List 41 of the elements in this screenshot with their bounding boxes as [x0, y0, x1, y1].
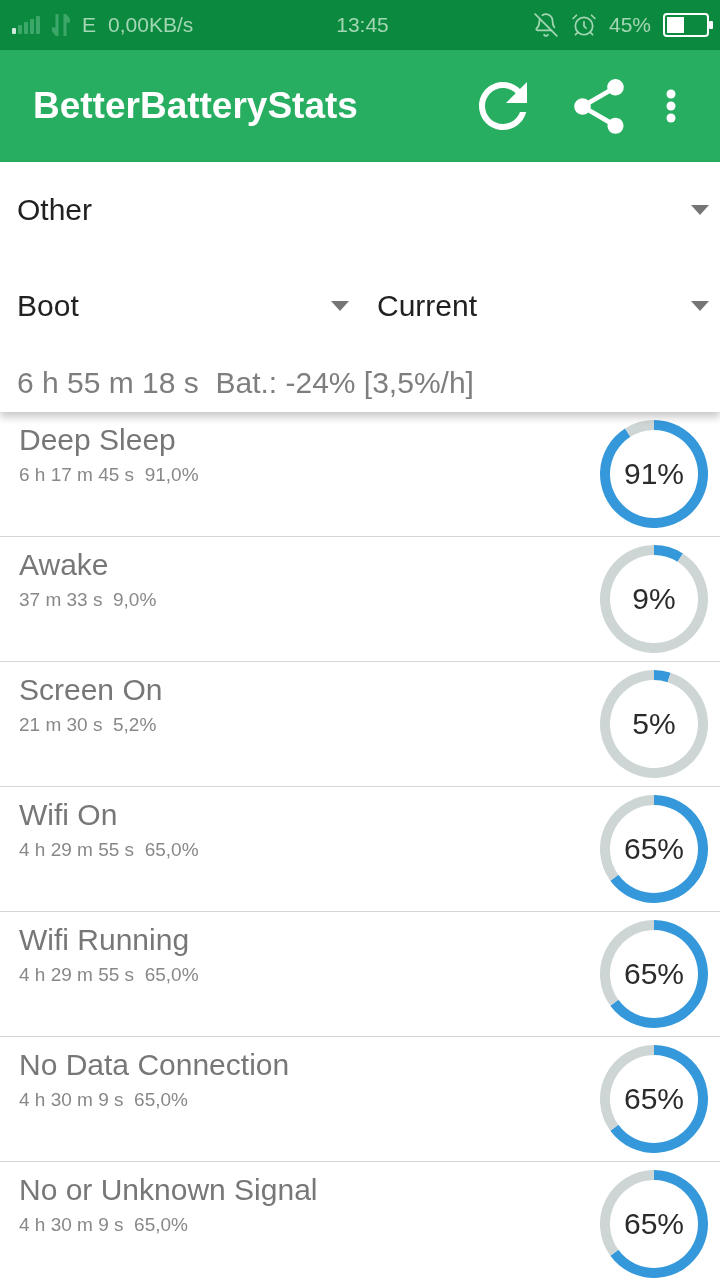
more-options-icon[interactable] — [666, 89, 676, 123]
donut-center-label: 65% — [624, 957, 684, 991]
stat-detail: 6 h 17 m 45 s 91,0% — [19, 463, 199, 487]
donut-center-label: 65% — [624, 1207, 684, 1241]
stat-name: Deep Sleep — [19, 422, 177, 458]
stat-name: Awake — [19, 547, 110, 583]
stat-name: Screen On — [19, 672, 163, 708]
stat-detail: 4 h 29 m 55 s 65,0% — [19, 963, 199, 987]
donut-center-label: 91% — [624, 457, 684, 491]
donut-center-label: 65% — [624, 1082, 684, 1116]
dropdown-select[interactable]: Other — [0, 162, 720, 258]
stat-name: No Data Connection — [19, 1047, 290, 1083]
share-icon[interactable] — [574, 78, 624, 134]
caret-icon — [691, 205, 709, 215]
donut-center-label: 5% — [632, 707, 676, 741]
stat-detail: 21 m 30 s 5,2% — [19, 713, 158, 737]
stat-detail: 4 h 30 m 9 s 65,0% — [19, 1088, 189, 1112]
data-rate: 0,00KB/s — [108, 13, 194, 37]
battery-icon — [663, 13, 713, 37]
signal-icon — [12, 16, 40, 34]
caret-icon — [691, 301, 709, 311]
stat-detail: 37 m 33 s 9,0% — [19, 588, 157, 612]
dropdown-select[interactable]: Boot — [0, 258, 360, 354]
stat-name: Wifi Running — [19, 922, 191, 958]
bell-off-icon — [532, 12, 559, 38]
stat-detail: 4 h 29 m 55 s 65,0% — [19, 838, 199, 862]
network-type: E — [82, 13, 96, 37]
refresh-icon[interactable] — [479, 82, 527, 130]
stat-detail: 4 h 30 m 9 s 65,0% — [19, 1213, 189, 1237]
caret-icon — [331, 301, 349, 311]
clock-time: 13:45 — [336, 13, 389, 37]
donut-center-label: 9% — [632, 582, 676, 616]
dropdown-select[interactable]: Current — [360, 258, 720, 354]
stat-name: Wifi On — [19, 797, 119, 833]
donut-center-label: 65% — [624, 832, 684, 866]
stat-name: No or Unknown Signal — [19, 1172, 318, 1208]
app-title: BetterBatteryStats — [33, 85, 359, 127]
summary-text: 6 h 55 m 18 s Bat.: -24% [3,5%/h] — [17, 365, 474, 401]
alarm-clock-icon — [570, 12, 597, 38]
data-arrows-icon — [52, 14, 70, 36]
battery-percent: 45% — [608, 13, 651, 37]
